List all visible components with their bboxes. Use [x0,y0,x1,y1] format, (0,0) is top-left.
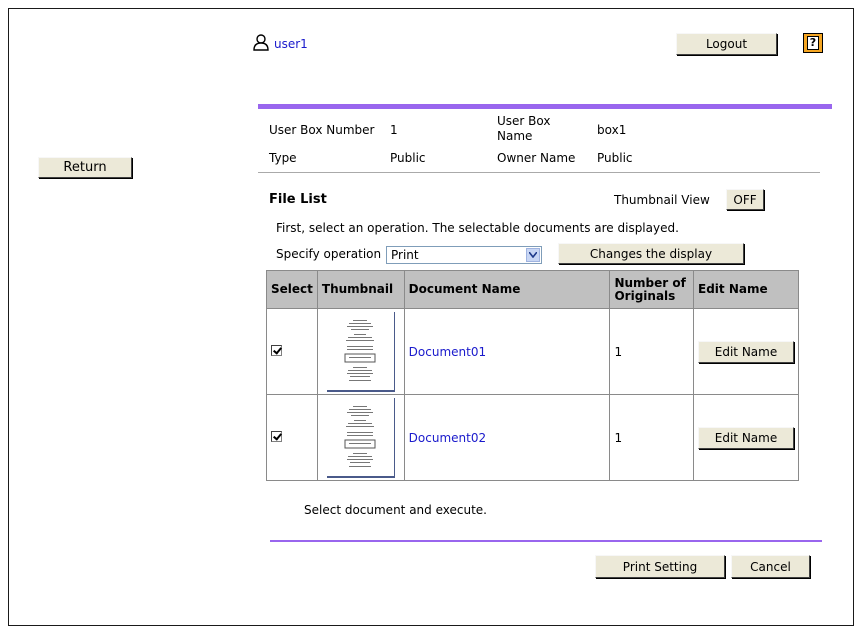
col-header-document-name: Document Name [403,270,611,309]
originals-cell: 1 [609,394,694,481]
operation-select[interactable]: Print [386,246,542,264]
edit-name-cell: Edit Name [693,394,799,481]
select-checkbox-row2[interactable] [271,430,282,442]
col-header-originals-line1: Number of [614,275,686,290]
document-preview-icon [344,405,376,467]
return-button[interactable]: Return [38,157,132,178]
table-row: Document01 1 Edit Name [266,308,799,395]
document-name-link[interactable]: Document02 [409,431,486,445]
owner-value: Public [597,151,633,165]
print-setting-button[interactable]: Print Setting [595,555,725,578]
box-name-value: box1 [597,123,627,137]
file-list-table: Select Thumbnail Document Name Number of… [266,270,799,481]
document-thumbnail[interactable] [326,397,395,478]
box-number-value: 1 [390,123,398,137]
user-icon [252,33,270,51]
document-name-cell: Document02 [403,394,611,481]
document-thumbnail[interactable] [326,311,395,392]
footer-message: Select document and execute. [304,503,487,517]
file-list-title: File List [269,192,327,207]
select-checkbox-row1[interactable] [271,344,282,356]
type-value: Public [390,151,426,165]
type-label: Type [269,151,297,165]
change-display-button[interactable]: Changes the display [558,243,744,264]
table-row: Document02 1 Edit Name [266,394,799,481]
originals-cell: 1 [609,308,694,395]
chevron-down-icon[interactable] [526,248,540,262]
help-button[interactable]: ? [803,33,823,53]
thumbnail-cell [316,308,405,395]
thumbnail-cell [316,394,405,481]
owner-label: Owner Name [497,151,576,165]
thumbnail-view-toggle[interactable]: OFF [726,189,764,210]
help-icon: ? [807,36,819,50]
divider-line [258,172,820,173]
document-preview-icon [344,319,376,381]
logout-button[interactable]: Logout [676,33,777,55]
operation-label: Specify operation [276,247,382,261]
col-header-originals-line2: Originals [614,288,676,303]
select-cell [266,394,318,481]
table-header-row: Select Thumbnail Document Name Number of… [266,270,799,309]
document-name-link[interactable]: Document01 [409,345,486,359]
box-name-label-line2: Name [497,129,533,143]
col-header-thumbnail: Thumbnail [316,270,405,309]
thumbnail-view-label: Thumbnail View [614,193,710,207]
col-header-select: Select [266,270,318,309]
instruction-text: First, select an operation. The selectab… [276,221,679,235]
box-name-label-line1: User Box [497,114,551,128]
document-name-cell: Document01 [403,308,611,395]
select-cell [266,308,318,395]
operation-select-value: Print [391,248,419,262]
edit-name-button[interactable]: Edit Name [698,340,794,363]
box-number-label: User Box Number [269,123,375,137]
edit-name-cell: Edit Name [693,308,799,395]
edit-name-button[interactable]: Edit Name [698,426,794,449]
user-name-link[interactable]: user1 [274,37,308,51]
col-header-edit-name: Edit Name [693,270,799,309]
cancel-button[interactable]: Cancel [731,555,810,578]
accent-bar-bottom [270,540,822,542]
accent-bar-top [258,104,832,109]
col-header-originals: Number of Originals [609,270,694,309]
